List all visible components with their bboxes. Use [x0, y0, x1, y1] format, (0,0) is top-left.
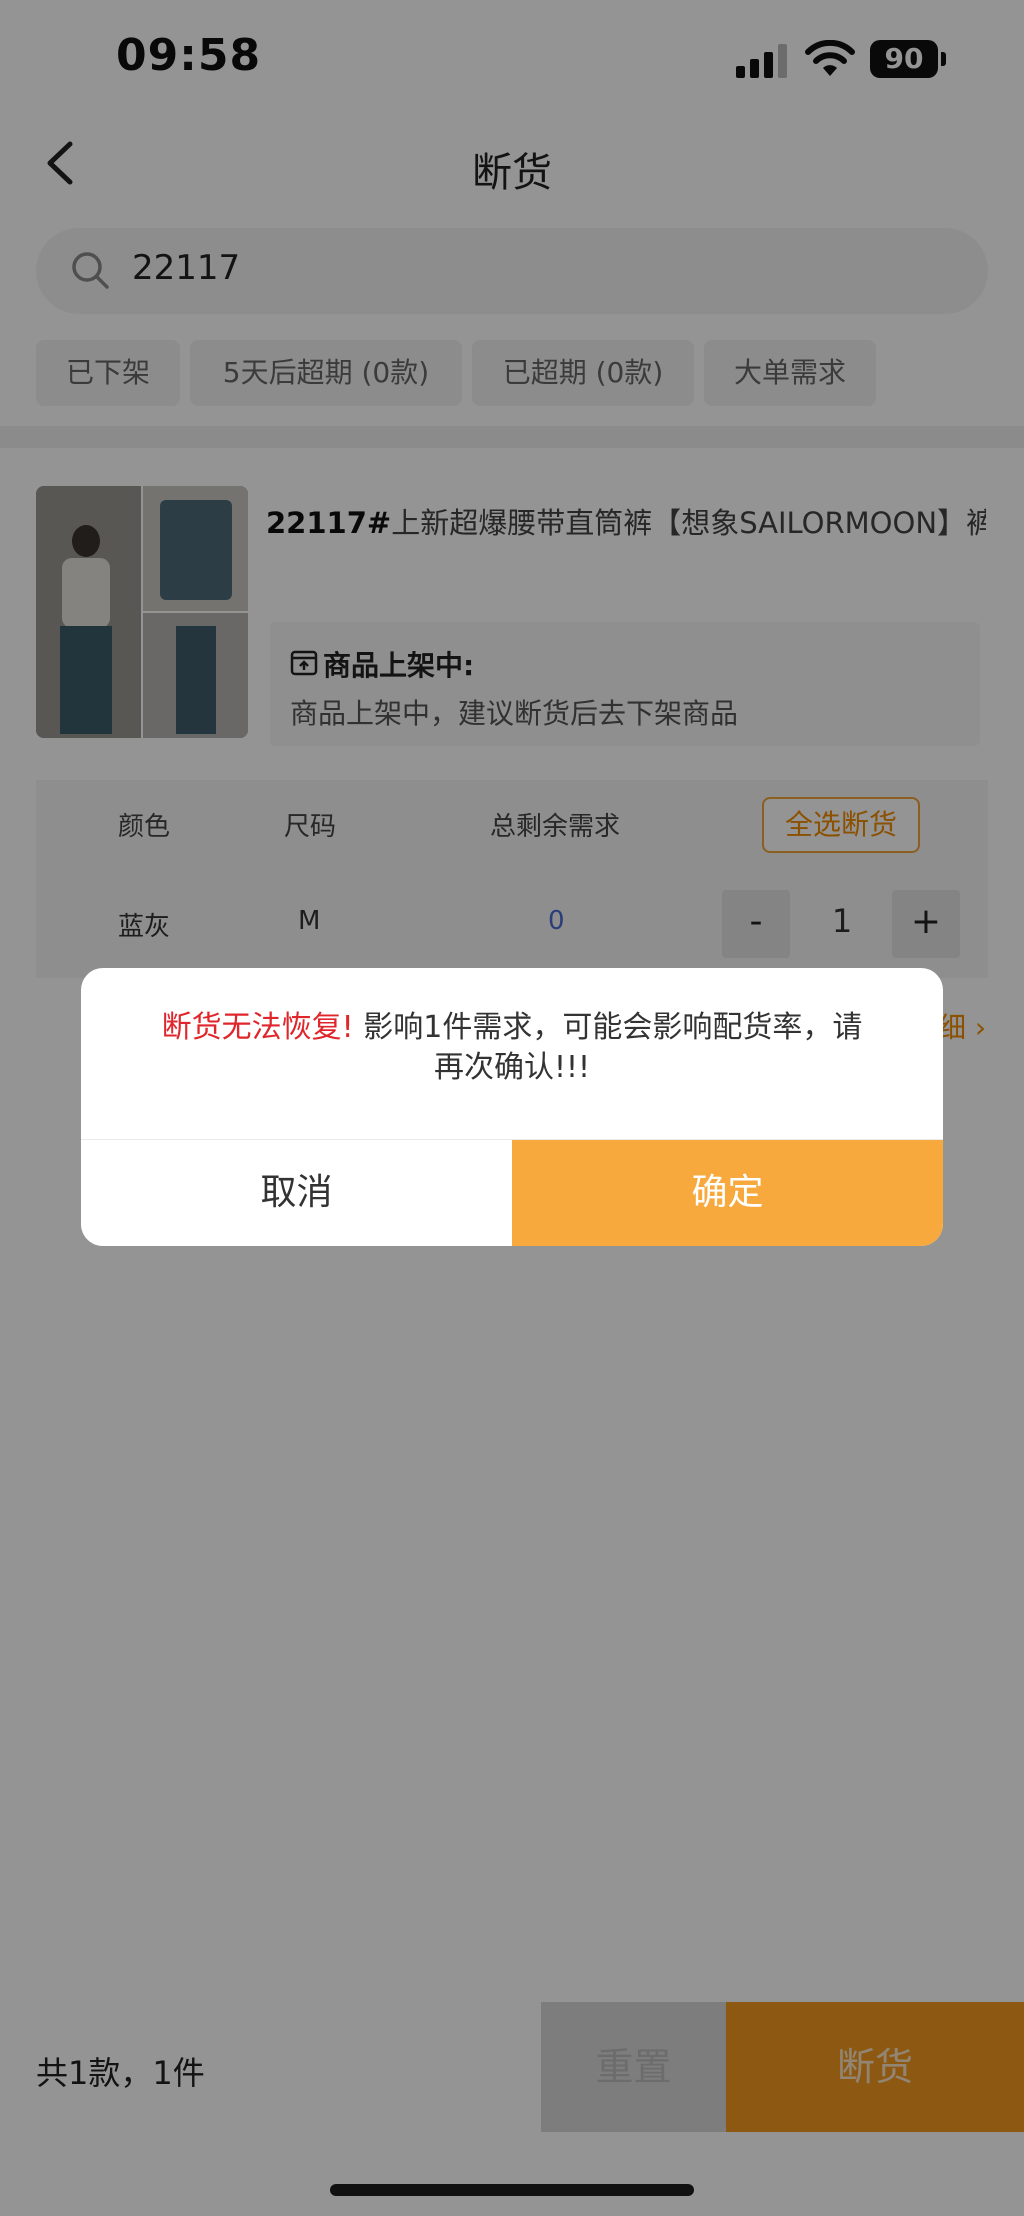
confirm-dialog: 断货无法恢复! 影响1件需求，可能会影响配货率，请 再次确认!!! 取消 确定 — [81, 968, 943, 1246]
confirm-button[interactable]: 确定 — [512, 1140, 943, 1246]
home-indicator — [330, 2184, 694, 2196]
dialog-warning: 断货无法恢复! — [161, 1010, 354, 1045]
dialog-message-line2: 再次确认!!! — [433, 1050, 591, 1085]
dialog-message-line1: 影响1件需求，可能会影响配货率，请 — [353, 1010, 863, 1045]
dialog-message: 断货无法恢复! 影响1件需求，可能会影响配货率，请 再次确认!!! — [121, 1008, 903, 1088]
cancel-button[interactable]: 取消 — [81, 1140, 512, 1246]
